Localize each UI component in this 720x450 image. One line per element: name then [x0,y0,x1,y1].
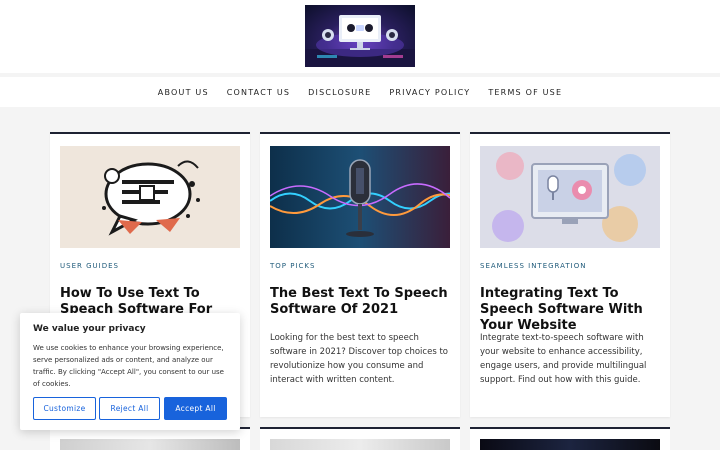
post-thumbnail-microphone[interactable] [270,146,450,248]
site-header [0,0,720,73]
nav-disclosure[interactable]: DISCLOSURE [308,86,371,99]
post-thumbnail-integration[interactable] [480,146,660,248]
post-thumbnail[interactable] [480,439,660,450]
post-card: SEAMLESS INTEGRATION Integrating Text To… [470,132,670,417]
post-card: TOP PICKS The Best Text To Speech Softwa… [260,132,460,417]
post-card [470,427,670,450]
nav-contact-us[interactable]: CONTACT US [227,86,290,99]
post-excerpt: Looking for the best text to speech soft… [270,333,448,385]
post-card [260,427,460,450]
post-category[interactable]: USER GUIDES [60,262,119,270]
nav-privacy-policy[interactable]: PRIVACY POLICY [389,86,470,99]
nav-about-us[interactable]: ABOUT US [158,86,209,99]
logo-monitor-icon[interactable] [305,5,415,67]
post-thumbnail-speech-bubble[interactable] [60,146,240,248]
cookie-banner-text: We use cookies to enhance your browsing … [33,344,224,388]
post-title[interactable]: The Best Text To Speech Software Of 2021 [270,286,452,318]
post-category[interactable]: TOP PICKS [270,262,315,270]
accept-all-button[interactable]: Accept All [164,397,227,420]
reject-all-button[interactable]: Reject All [99,397,160,420]
customize-button[interactable]: Customize [33,397,96,420]
cookie-consent-banner: We value your privacy We use cookies to … [20,313,240,430]
post-excerpt: Integrate text-to-speech software with y… [480,333,647,385]
post-card [50,427,250,450]
post-category[interactable]: SEAMLESS INTEGRATION [480,262,586,270]
cookie-banner-title: We value your privacy [33,324,146,334]
post-title[interactable]: Integrating Text To Speech Software With… [480,286,662,334]
post-thumbnail[interactable] [60,439,240,450]
nav-terms-of-use[interactable]: TERMS OF USE [488,86,562,99]
main-nav: ABOUT US CONTACT US DISCLOSURE PRIVACY P… [0,77,720,107]
post-thumbnail[interactable] [270,439,450,450]
